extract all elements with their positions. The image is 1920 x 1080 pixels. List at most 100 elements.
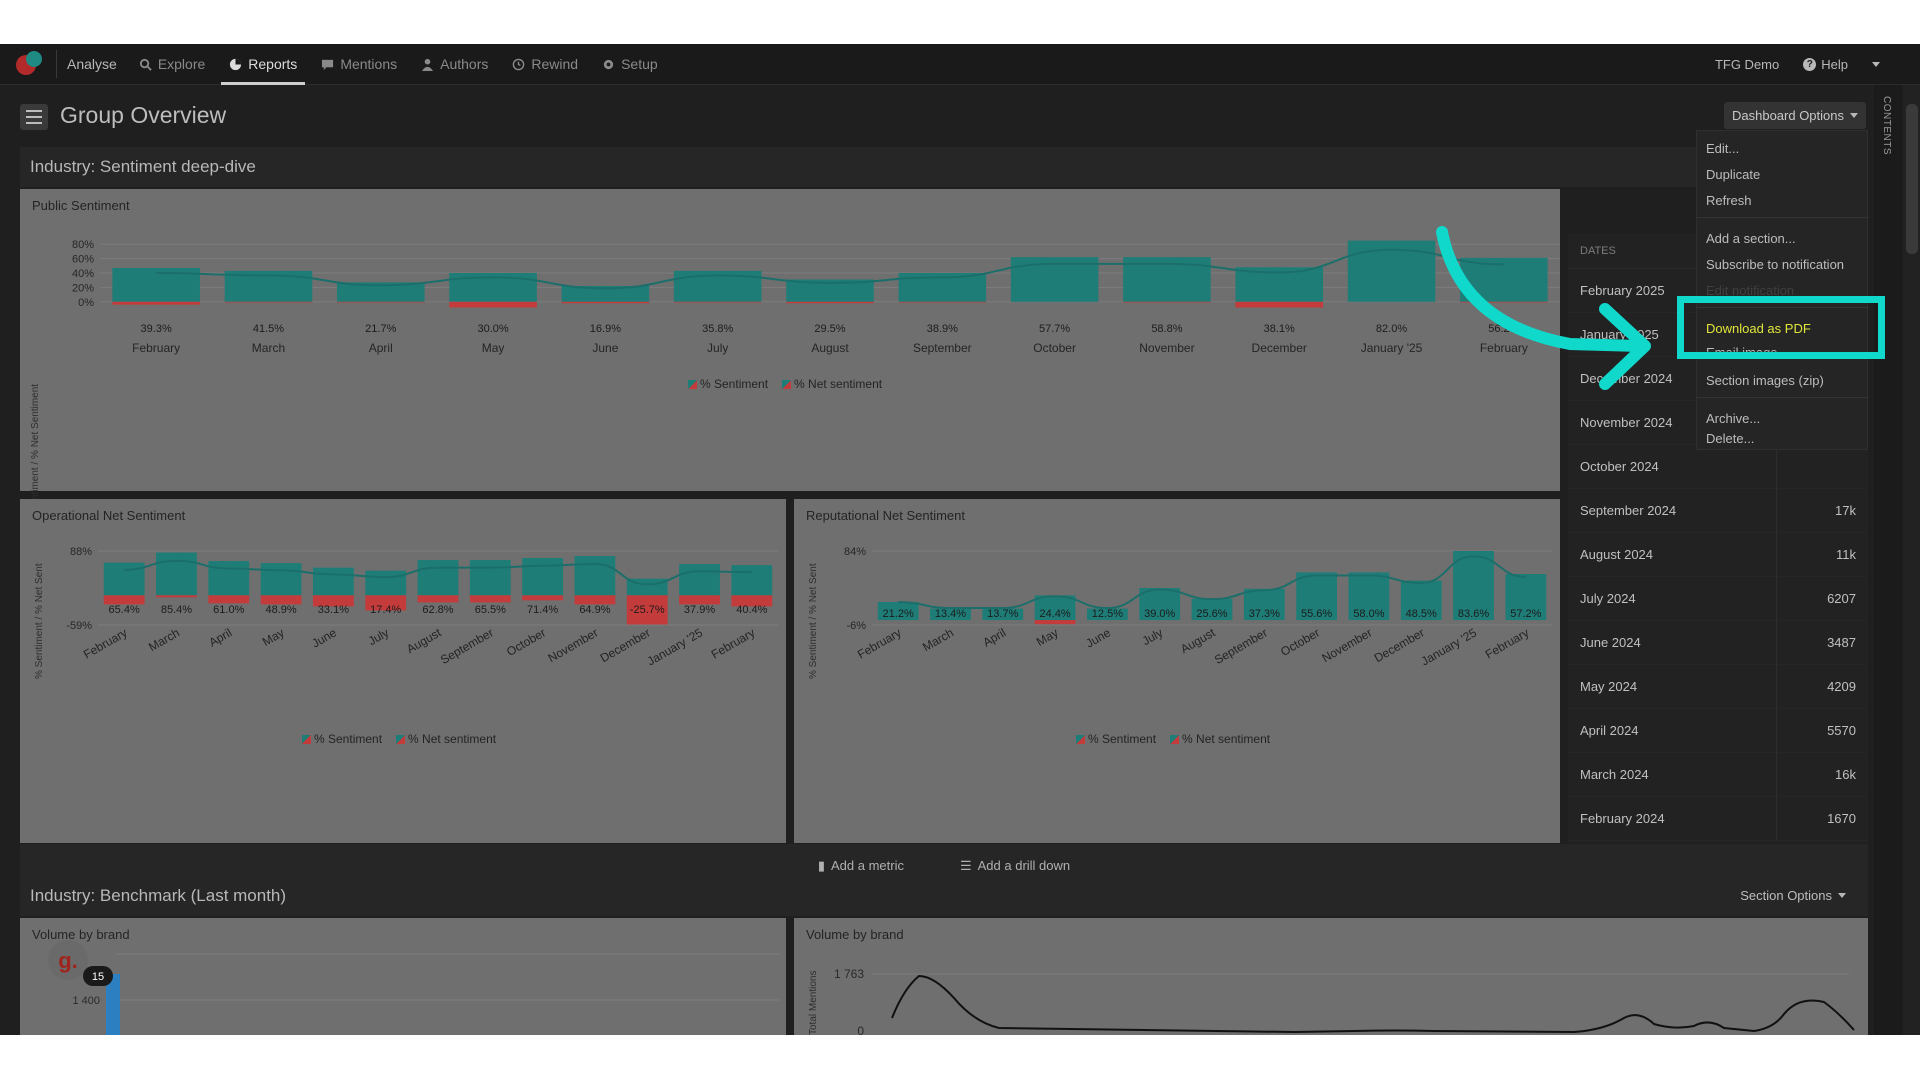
date-row[interactable]: March 2024 16k	[1568, 753, 1868, 797]
nav-reports[interactable]: Reports	[221, 44, 306, 85]
date-row[interactable]: August 2024 11k	[1568, 533, 1868, 577]
net-sentiment-bar[interactable]	[208, 595, 250, 604]
menu-item-delete[interactable]: Delete...	[1706, 431, 1754, 446]
date-label: August 2024	[1580, 547, 1654, 562]
nav-mentions[interactable]: Mentions	[321, 44, 397, 85]
legend-item-net-sentiment[interactable]: % Net sentiment	[782, 377, 882, 391]
net-sentiment-bar[interactable]	[679, 595, 720, 605]
pie-chart-icon	[230, 58, 242, 70]
menu-item-edit[interactable]: Edit...	[1706, 141, 1739, 156]
legend-item-sentiment[interactable]: % Sentiment	[1076, 732, 1156, 746]
net-sentiment-bar[interactable]	[112, 301, 200, 305]
date-row[interactable]: June 2024 3487	[1568, 621, 1868, 665]
net-sentiment-bar[interactable]	[1123, 301, 1211, 303]
net-sentiment-bar[interactable]	[673, 301, 762, 303]
nav-explore[interactable]: Explore	[139, 44, 205, 85]
sentiment-bar[interactable]	[103, 562, 145, 596]
data-label: 48.9%	[265, 604, 296, 616]
net-sentiment-bar[interactable]	[898, 301, 987, 303]
chart-legend: % Sentiment % Net sentiment	[688, 377, 882, 391]
scrollbar-thumb[interactable]	[1906, 104, 1918, 254]
net-sentiment-bar[interactable]	[522, 595, 564, 601]
x-tick-label: December	[598, 625, 653, 665]
menu-item-subscribe-notification[interactable]: Subscribe to notification	[1706, 257, 1844, 272]
net-sentiment-bar[interactable]	[260, 595, 302, 605]
dashboard-options-button[interactable]: Dashboard Options	[1724, 102, 1866, 129]
date-row[interactable]: September 2024 17k	[1568, 489, 1868, 533]
data-label: 38.1%	[1264, 323, 1295, 335]
date-row[interactable]: July 2024 6207	[1568, 577, 1868, 621]
data-label: 25.6%	[1196, 608, 1227, 620]
sentiment-bar[interactable]	[260, 563, 302, 596]
date-count: 16k	[1835, 767, 1856, 782]
menu-item-add-section[interactable]: Add a section...	[1706, 231, 1796, 246]
account-name[interactable]: TFG Demo	[1715, 57, 1779, 72]
sentiment-bar[interactable]	[574, 556, 616, 596]
date-count: 3487	[1827, 635, 1856, 650]
contents-label[interactable]: CONTENTS	[1881, 96, 1892, 155]
topnav-right: TFG Demo ? Help	[1715, 57, 1880, 72]
nav-analyse[interactable]: Analyse	[67, 56, 117, 72]
sentiment-bar[interactable]	[731, 565, 773, 596]
nav-mentions-label: Mentions	[340, 56, 398, 72]
x-tick-label: June	[592, 341, 618, 355]
nav-rewind[interactable]: Rewind	[512, 44, 578, 85]
sentiment-bar[interactable]	[469, 560, 511, 596]
net-sentiment-bar[interactable]	[1235, 301, 1324, 308]
nav-authors-label: Authors	[440, 56, 489, 72]
net-sentiment-bar[interactable]	[156, 595, 197, 598]
x-tick-label: November	[1139, 341, 1194, 355]
net-sentiment-bar[interactable]	[417, 595, 459, 603]
add-drill-down-button[interactable]: ☰ Add a drill down	[960, 858, 1070, 874]
net-sentiment-bar[interactable]	[224, 301, 313, 303]
data-label: 39.0%	[1144, 608, 1175, 620]
history-icon	[513, 58, 525, 70]
hamburger-menu-button[interactable]	[20, 104, 48, 130]
legend-item-net-sentiment[interactable]: % Net sentiment	[396, 732, 496, 746]
net-sentiment-bar[interactable]	[449, 301, 537, 308]
menu-item-archive[interactable]: Archive...	[1706, 411, 1760, 426]
app-logo[interactable]	[16, 49, 46, 79]
contents-sidebar[interactable]	[1874, 85, 1902, 1035]
sentiment-bar[interactable]	[417, 560, 459, 596]
user-menu-caret-icon[interactable]	[1872, 61, 1880, 67]
net-sentiment-bar[interactable]	[574, 595, 616, 605]
legend-item-sentiment[interactable]: % Sentiment	[688, 377, 768, 391]
net-sentiment-bar[interactable]	[103, 595, 145, 605]
x-tick-label: February	[709, 625, 758, 661]
nav-authors[interactable]: Authors	[421, 44, 488, 85]
legend-item-sentiment[interactable]: % Sentiment	[302, 732, 382, 746]
section-options-button[interactable]: Section Options	[1740, 888, 1846, 903]
net-sentiment-bar[interactable]	[469, 595, 511, 603]
nav-setup[interactable]: Setup	[602, 44, 658, 85]
date-row[interactable]: February 2024 1670	[1568, 797, 1868, 841]
date-row[interactable]: October 2024	[1568, 445, 1868, 489]
data-label: 83.6%	[1458, 608, 1489, 620]
sentiment-bar[interactable]	[156, 552, 197, 596]
x-tick-label: July	[366, 625, 391, 648]
net-sentiment-bar[interactable]	[786, 301, 874, 304]
sentiment-bar[interactable]	[679, 564, 720, 596]
date-row[interactable]: May 2024 4209	[1568, 665, 1868, 709]
date-label: October 2024	[1580, 459, 1659, 474]
menu-item-duplicate[interactable]: Duplicate	[1706, 167, 1760, 182]
sentiment-bar[interactable]	[312, 567, 354, 596]
x-tick-label: June	[309, 625, 339, 650]
sentiment-bar[interactable]	[208, 561, 250, 596]
data-label: 21.7%	[365, 323, 396, 335]
net-sentiment-bar[interactable]	[336, 301, 425, 303]
net-sentiment-bar[interactable]	[1034, 620, 1076, 625]
volume-line	[891, 974, 1855, 1034]
legend-item-net-sentiment[interactable]: % Net sentiment	[1170, 732, 1270, 746]
add-metric-button[interactable]: ▮ Add a metric	[818, 858, 904, 874]
menu-item-refresh[interactable]: Refresh	[1706, 193, 1752, 208]
data-label: 16.9%	[590, 323, 621, 335]
help-link[interactable]: ? Help	[1803, 57, 1848, 72]
chart-panel-volume-left: Volume by brand 1 400 g. 15	[20, 918, 786, 1035]
sentiment-bar[interactable]	[522, 558, 564, 596]
date-row[interactable]: April 2024 5570	[1568, 709, 1868, 753]
menu-item-section-images[interactable]: Section images (zip)	[1706, 373, 1824, 388]
data-label: 12.5%	[1092, 608, 1123, 620]
sentiment-bar[interactable]	[365, 570, 407, 596]
net-sentiment-bar[interactable]	[561, 301, 650, 304]
